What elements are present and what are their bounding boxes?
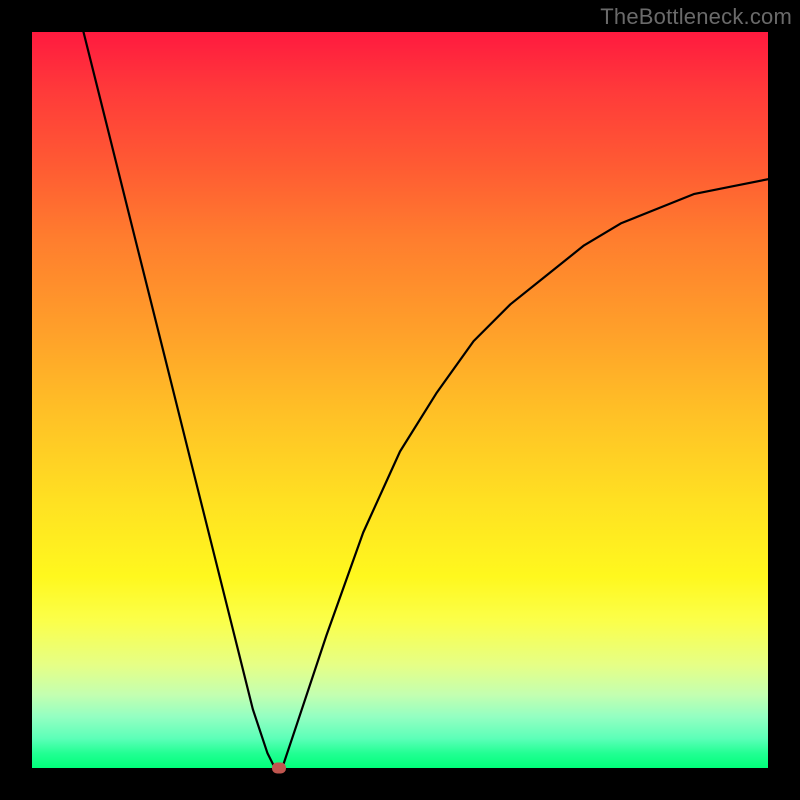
chart-frame: TheBottleneck.com	[0, 0, 800, 800]
curve-path	[84, 32, 769, 768]
bottleneck-curve	[32, 32, 768, 768]
watermark-text: TheBottleneck.com	[600, 4, 792, 30]
plot-area	[32, 32, 768, 768]
optimal-point-marker	[272, 763, 286, 774]
